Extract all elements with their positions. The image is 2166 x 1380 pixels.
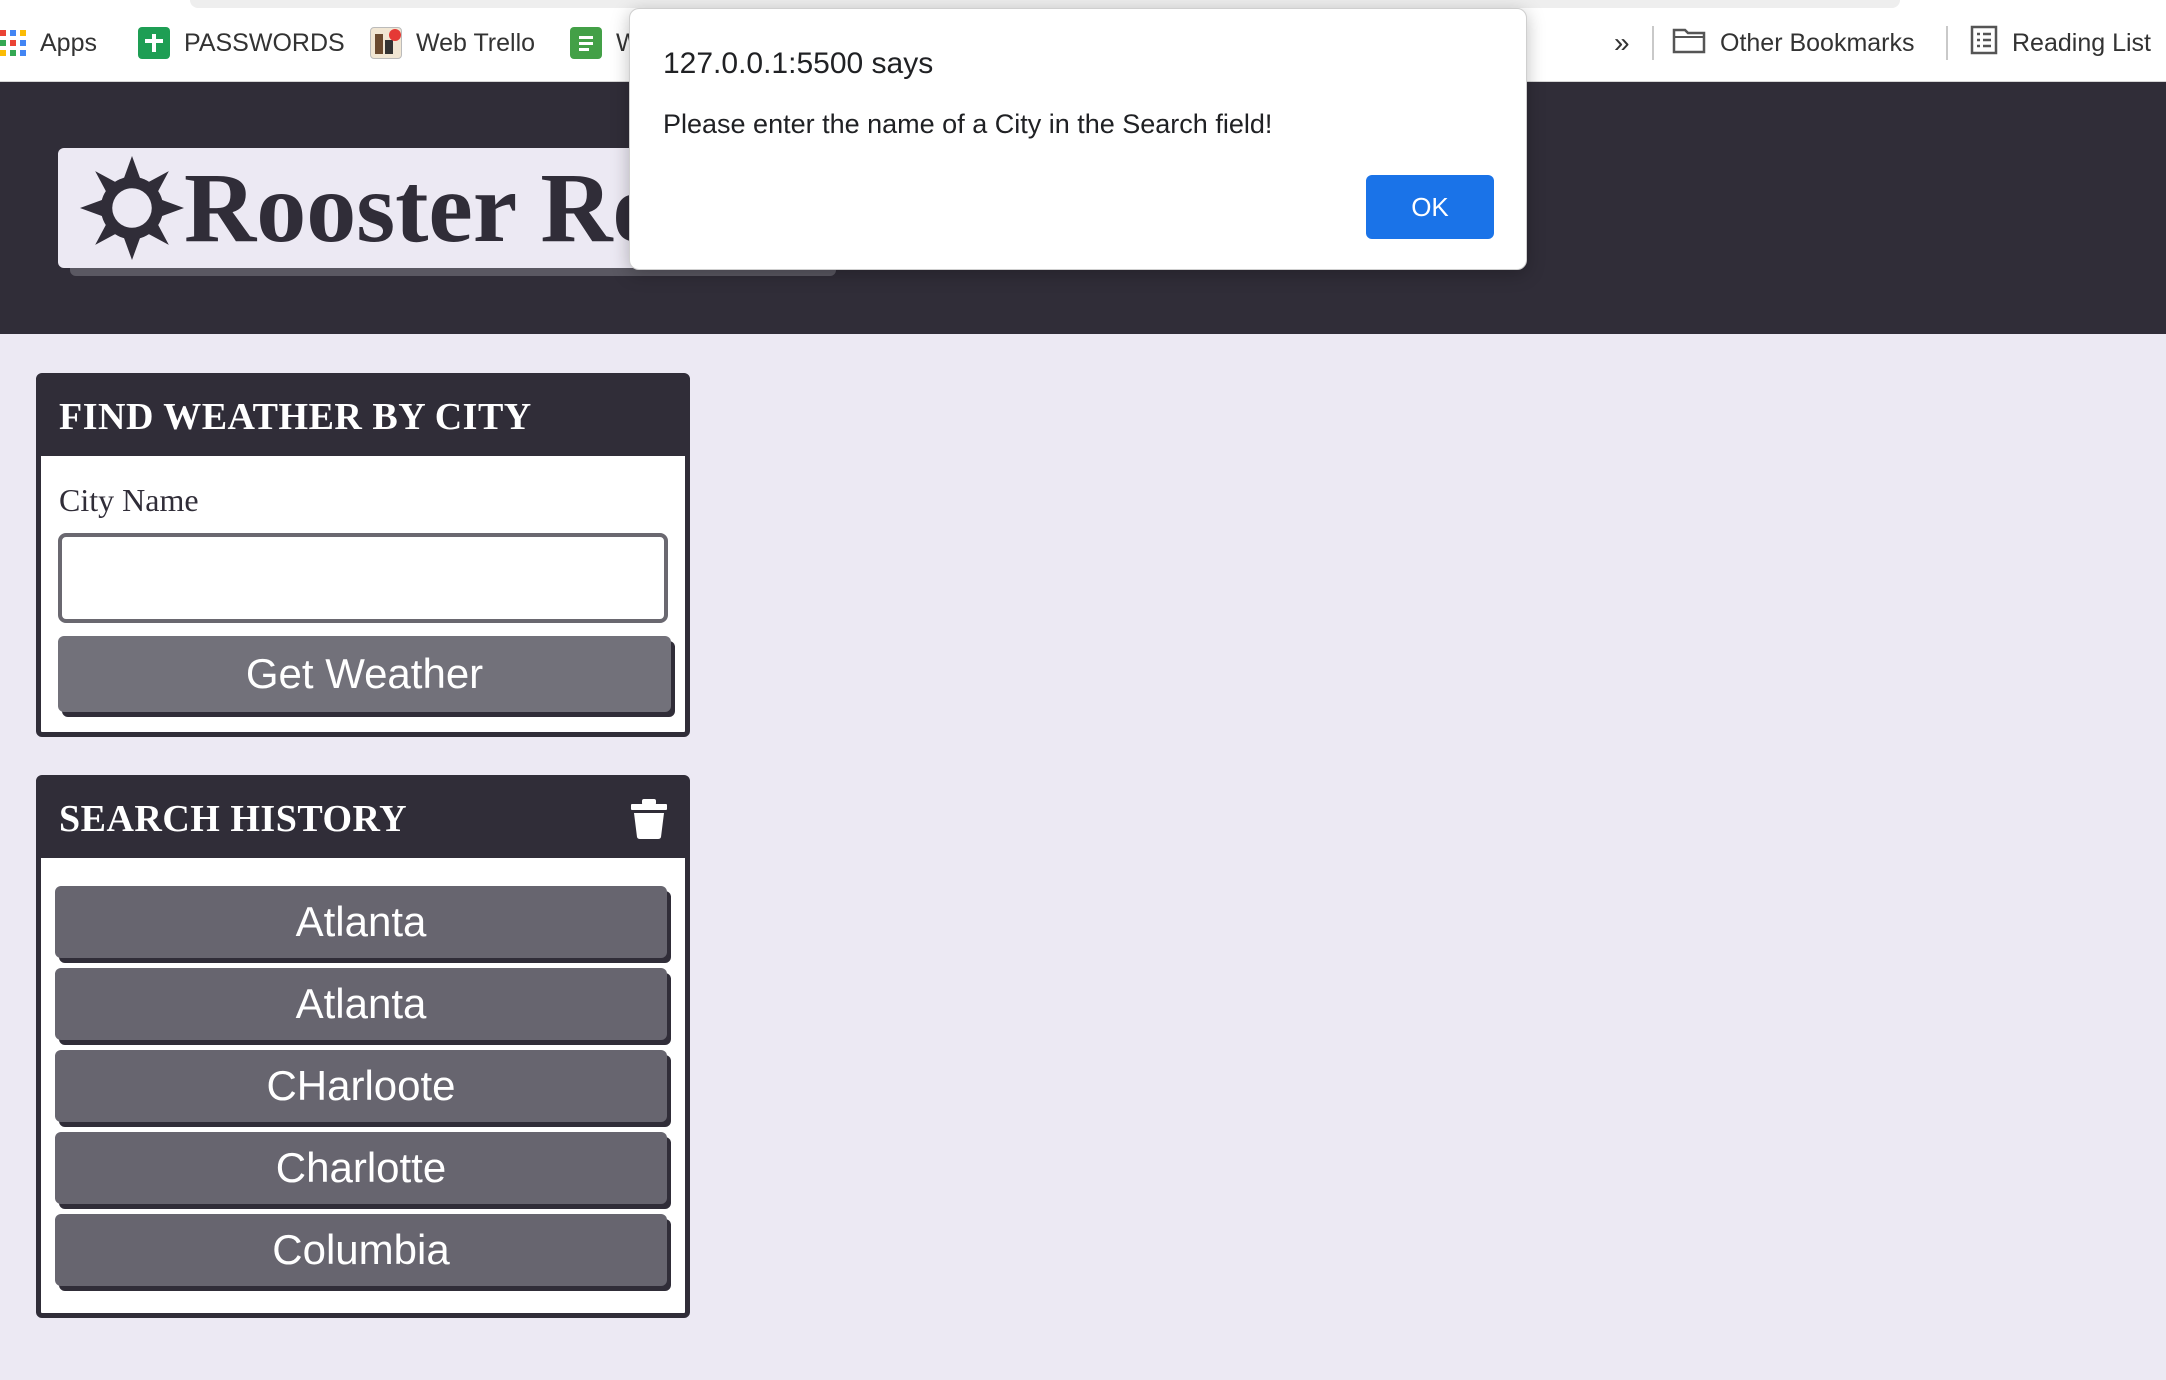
alert-dialog: 127.0.0.1:5500 says Please enter the nam…	[629, 8, 1527, 270]
bookmark-other-bookmarks[interactable]: Other Bookmarks	[1672, 22, 1915, 64]
bookmark-passwords[interactable]: PASSWORDS	[138, 22, 345, 64]
bookmark-reading-label: Reading List	[2012, 28, 2151, 57]
chevron-double-right-icon: »	[1614, 27, 1630, 58]
alert-ok-button[interactable]: OK	[1366, 175, 1494, 239]
history-item-button[interactable]: Columbia	[55, 1214, 667, 1286]
search-history-list: Atlanta Atlanta CHarloote Charlotte Colu…	[55, 886, 671, 1296]
bookmarks-overflow-button[interactable]: »	[1614, 22, 1630, 64]
history-item-button[interactable]: Atlanta	[55, 886, 667, 958]
bookmark-apps[interactable]: Apps	[0, 22, 97, 64]
get-weather-button[interactable]: Get Weather	[58, 636, 671, 712]
history-item-button[interactable]: Atlanta	[55, 968, 667, 1040]
trash-icon[interactable]	[631, 799, 667, 839]
bookmark-web-trello-label: Web Trello	[416, 28, 536, 57]
alert-origin: 127.0.0.1:5500 says	[663, 47, 934, 80]
search-history-header: SEARCH HISTORY	[41, 780, 685, 858]
bookmark-reading-list[interactable]: Reading List	[1970, 22, 2151, 64]
trello-icon	[370, 27, 402, 59]
app-title: Rooster Re	[184, 152, 657, 263]
search-panel: FIND WEATHER BY CITY City Name Get Weath…	[36, 373, 690, 737]
bookmark-passwords-label: PASSWORDS	[184, 28, 345, 57]
reading-list-icon	[1970, 25, 1998, 62]
city-search-input[interactable]	[58, 533, 668, 623]
history-item-button[interactable]: CHarloote	[55, 1050, 667, 1122]
search-history-panel: SEARCH HISTORY Atlanta Atlanta CHarloote…	[36, 775, 690, 1318]
bookmark-divider	[1652, 26, 1654, 60]
search-panel-title: FIND WEATHER BY CITY	[59, 396, 532, 438]
sun-icon	[80, 156, 184, 260]
apps-grid-icon	[0, 30, 26, 56]
bookmark-divider	[1946, 26, 1948, 60]
bookmark-other-label: Other Bookmarks	[1720, 28, 1915, 57]
alert-message: Please enter the name of a City in the S…	[663, 109, 1273, 139]
history-item-button[interactable]: Charlotte	[55, 1132, 667, 1204]
city-name-label: City Name	[59, 482, 199, 518]
bookmark-apps-label: Apps	[40, 28, 97, 57]
search-panel-header: FIND WEATHER BY CITY	[41, 378, 685, 456]
folder-icon	[1672, 26, 1706, 61]
google-sheets-icon	[138, 27, 170, 59]
address-bar-edge	[190, 0, 1900, 8]
search-history-title: SEARCH HISTORY	[59, 798, 408, 840]
bookmark-web-trello[interactable]: Web Trello	[370, 22, 535, 64]
google-docs-icon	[570, 27, 602, 59]
